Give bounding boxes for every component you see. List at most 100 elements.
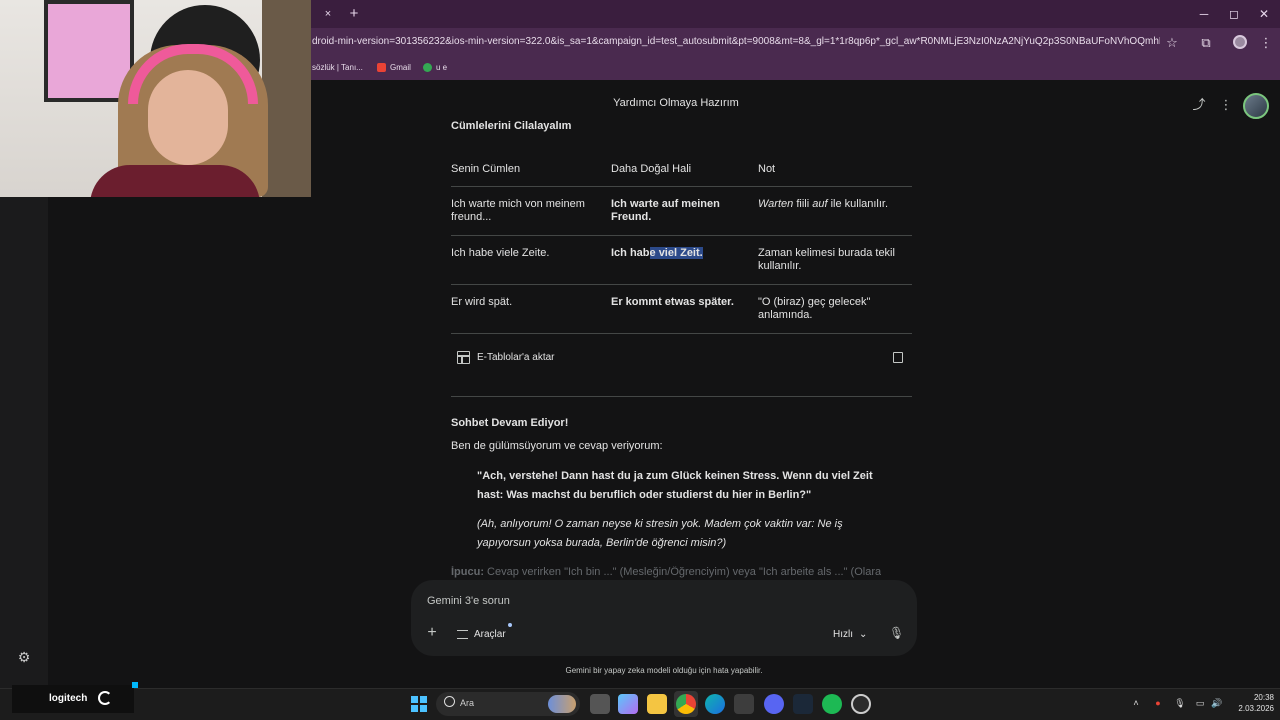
bookmark-ue[interactable]: u e — [423, 63, 447, 72]
tab-close-button[interactable]: × — [320, 6, 336, 22]
tools-button[interactable]: Araçlar — [457, 626, 506, 642]
tip-text: İpucu: Cevap verirken "Ich bin ..." (Mes… — [451, 566, 881, 578]
export-to-sheets-button[interactable]: E-Tablolar'a aktar — [477, 352, 555, 363]
cell-natural: Ich habe viel Zeit. — [611, 235, 758, 285]
minimize-button[interactable]: ─ — [1192, 4, 1216, 24]
site-icon — [423, 63, 432, 72]
copy-icon[interactable] — [893, 352, 903, 363]
mode-label: Hızlı — [833, 628, 853, 640]
table-row: Ich warte mich von meinem freund... Ich … — [451, 186, 912, 236]
gear-icon[interactable]: ⚙ — [15, 648, 33, 666]
clock[interactable]: 20:38 2.03.2026 — [1230, 692, 1274, 714]
tip-label: İpucu: — [451, 566, 484, 578]
gmail-icon — [377, 63, 386, 72]
search-label: Ara — [460, 698, 475, 708]
bookmark-gmail[interactable]: Gmail — [377, 63, 411, 72]
cell-note: Warten fiili auf ile kullanılır. — [758, 186, 912, 236]
steam-icon[interactable] — [793, 694, 813, 714]
cell-original: Ich habe viele Zeite. — [451, 235, 611, 285]
obs-icon[interactable] — [851, 694, 871, 714]
search-highlight-art — [548, 695, 576, 713]
webcam-shirt — [90, 165, 260, 197]
note-text: ile kullanılır. — [827, 197, 889, 210]
prompt-input[interactable]: Gemini 3'e sorun — [427, 595, 510, 607]
logitech-label: logitech — [49, 693, 88, 704]
file-explorer-icon[interactable] — [647, 694, 667, 714]
model-mode-dropdown[interactable]: Hızlı ⌄ — [833, 626, 867, 642]
note-text: fiili — [793, 197, 813, 210]
avatar[interactable] — [1243, 93, 1269, 119]
tools-label: Araçlar — [474, 628, 506, 640]
bookmark-dictionary[interactable]: sözlük | Tanı... — [312, 63, 363, 72]
export-row: E-Tablolar'a aktar — [451, 350, 912, 366]
chat-intro: Ben de gülümsüyorum ve cevap veriyorum: — [451, 440, 663, 452]
plus-icon[interactable]: + — [424, 625, 440, 641]
table-row: Ich habe viele Zeite. Ich habe viel Zeit… — [451, 235, 912, 285]
table-row: Er wird spät. Er kommt etwas später. "O … — [451, 284, 912, 334]
new-tab-button[interactable]: + — [345, 5, 363, 23]
indicator-square — [132, 682, 138, 688]
chrome-icon[interactable] — [676, 694, 696, 714]
edge-icon[interactable] — [705, 694, 725, 714]
mic-icon[interactable]: 🎙 — [889, 625, 904, 641]
bookmark-star-icon[interactable]: ☆ — [1162, 33, 1182, 53]
column-header: Not — [758, 152, 912, 187]
cell-natural: Er kommt etwas später. — [611, 284, 758, 334]
sliders-icon — [457, 629, 468, 639]
note-emphasis: Warten — [758, 197, 794, 210]
divider — [451, 396, 912, 397]
tip-body: Cevap verirken "Ich bin ..." (Mesleğin/Ö… — [484, 566, 881, 578]
column-header: Senin Cümlen — [451, 152, 611, 187]
time-text: 20:38 — [1253, 693, 1274, 702]
task-view-icon[interactable] — [590, 694, 610, 714]
logitech-g-icon — [98, 691, 112, 705]
webcam-shelf — [262, 0, 311, 197]
maximize-button[interactable]: ◻ — [1222, 4, 1246, 24]
response-content: Cümlelerini Cilalayalım — [451, 120, 913, 132]
search-icon — [444, 696, 455, 707]
browser-menu-icon[interactable]: ⋮ — [1256, 33, 1276, 53]
spotify-icon[interactable] — [822, 694, 842, 714]
share-icon[interactable]: ⤴ — [1190, 96, 1208, 114]
chevron-down-icon: ⌄ — [859, 628, 868, 640]
prompt-box: Gemini 3'e sorun + Araçlar Hızlı ⌄ 🎙 — [411, 580, 917, 656]
correction-table: Senin Cümlen Daha Doğal Hali Not Ich war… — [451, 152, 912, 334]
cell-natural: Ich warte auf meinen Freund. — [611, 186, 758, 236]
store-icon[interactable] — [734, 694, 754, 714]
volume-icon[interactable]: 🔊 — [1211, 697, 1223, 709]
note-emphasis: auf — [812, 197, 828, 210]
chevron-up-icon[interactable]: ˄ — [1130, 697, 1142, 709]
bookmark-label: sözlük | Tanı... — [312, 63, 363, 72]
taskbar — [0, 688, 1280, 720]
more-vert-icon[interactable]: ⋮ — [1217, 96, 1235, 114]
turkish-translation: (Ah, anlıyorum! O zaman neyse ki stresin… — [477, 518, 843, 549]
chat-heading: Sohbet Devam Ediyor! — [451, 417, 569, 429]
network-icon[interactable]: ▭ — [1194, 697, 1206, 709]
copilot-icon[interactable] — [618, 694, 638, 714]
new-indicator-dot — [508, 623, 512, 627]
bookmark-label: u e — [436, 63, 448, 72]
discord-icon[interactable] — [764, 694, 784, 714]
sheets-table-icon[interactable] — [457, 351, 470, 364]
natural-text: Ich hab — [611, 246, 650, 259]
disclaimer: Gemini bir yapay zeka modeli olduğu için… — [565, 666, 763, 675]
bookmark-label: Gmail — [390, 63, 411, 72]
table-header-row: Senin Cümlen Daha Doğal Hali Not — [451, 152, 912, 187]
mic-tray-icon[interactable]: 🎙 — [1174, 697, 1186, 709]
table-heading: Cümlelerini Cilalayalım — [451, 120, 572, 132]
cell-note: "O (biraz) geç gelecek" anlamında. — [758, 284, 912, 334]
german-quote: "Ach, verstehe! Dann hast du ja zum Glüc… — [477, 470, 873, 501]
address-bar[interactable]: droid-min-version=301356232&ios-min-vers… — [312, 36, 1160, 47]
extensions-icon[interactable]: ⧉ — [1196, 33, 1216, 53]
taskbar-search[interactable]: Ara — [436, 692, 580, 716]
browser-profile-avatar[interactable] — [1233, 35, 1247, 49]
column-header: Daha Doğal Hali — [611, 152, 758, 187]
close-window-button[interactable]: ✕ — [1252, 4, 1276, 24]
windows-start-icon[interactable] — [411, 696, 427, 712]
text-selection: e viel Zeit. — [649, 246, 703, 259]
cell-note: Zaman kelimesi burada tekil kullanılır. — [758, 235, 912, 285]
tray-app-icon[interactable]: ● — [1152, 697, 1164, 709]
cell-original: Ich warte mich von meinem freund... — [451, 186, 611, 236]
chat-title[interactable]: Yardımcı Olmaya Hazırım — [560, 97, 792, 109]
cell-original: Er wird spät. — [451, 284, 611, 334]
